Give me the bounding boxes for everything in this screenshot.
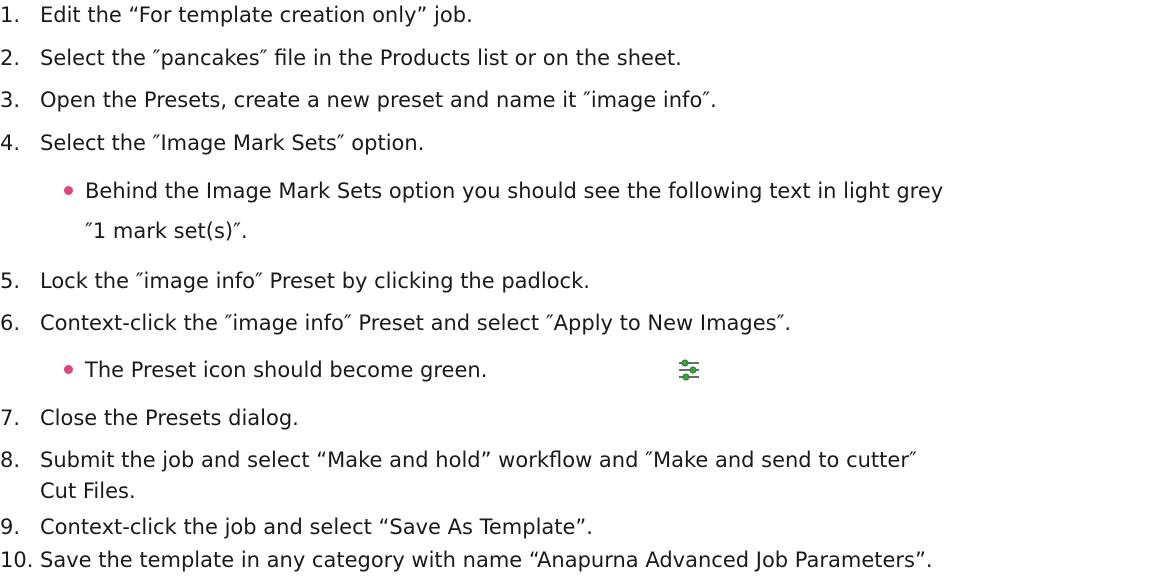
instruction-document: 1. Edit the “For template creation only”…: [0, 0, 1169, 576]
step-number: 3.: [0, 88, 21, 112]
step-number: 2.: [0, 46, 21, 70]
step-text: Select the ″pancakes″ file in the Produc…: [40, 46, 682, 70]
step-text: Edit the “For template creation only” jo…: [40, 3, 473, 27]
bullet-text: Behind the Image Mark Sets option you sh…: [85, 179, 944, 203]
step-text: Select the ″Image Mark Sets″ option.: [40, 131, 425, 155]
step-number: 9.: [0, 515, 21, 539]
step-number: 6.: [0, 311, 21, 335]
step-text: Lock the ″image info″ Preset by clicking…: [40, 269, 590, 293]
step-number: 4.: [0, 131, 21, 155]
bullet-text: The Preset icon should become green.: [85, 358, 488, 382]
step-text: Close the Presets dialog.: [40, 406, 299, 430]
bullet-icon: [64, 185, 73, 195]
step-text-continuation: Cut Files.: [40, 479, 136, 503]
step-6-bullet: The Preset icon should become green.: [64, 357, 487, 383]
step-text: Context-click the job and select “Save A…: [40, 515, 593, 539]
step-text: Open the Presets, create a new preset an…: [40, 88, 717, 112]
step-number: 5.: [0, 269, 21, 293]
step-number: 1.: [0, 3, 21, 27]
step-4-bullet-continuation: ″1 mark set(s)″.: [85, 218, 248, 244]
step-text: Submit the job and select “Make and hold…: [40, 448, 917, 472]
step-8-continuation: Cut Files.: [40, 478, 136, 504]
bullet-icon: [64, 364, 73, 374]
step-number: 8.: [0, 448, 21, 472]
step-number: 7.: [0, 406, 21, 430]
bullet-text-continuation: ″1 mark set(s)″.: [85, 219, 248, 243]
step-text: Save the template in any category with n…: [40, 548, 933, 572]
step-number: 10.: [0, 548, 34, 572]
step-text: Context-click the ″image info″ Preset an…: [40, 311, 792, 335]
preset-sliders-icon: [676, 357, 702, 383]
step-4-bullet: Behind the Image Mark Sets option you sh…: [64, 178, 943, 204]
